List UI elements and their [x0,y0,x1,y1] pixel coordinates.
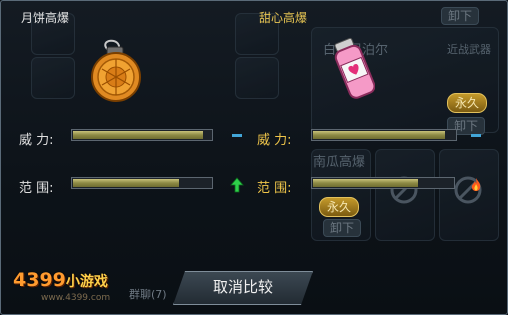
power-bar [71,129,213,141]
left-item-title: 月饼高爆 [21,11,70,25]
mooncake-grenade-icon [91,39,141,102]
unequip-button[interactable]: 卸下 [323,219,362,237]
cancel-compare-button[interactable]: 取消比较 [173,271,313,305]
right-item-title: 甜心高爆 [259,11,308,25]
range-label: 范 围: [19,181,54,196]
inventory-slot [31,57,75,99]
item-name: 南瓜高爆 [313,155,366,170]
logo-url: www.4399.com [41,293,111,303]
equal-dash-icon [471,134,481,137]
unequip-button[interactable]: 卸下 [441,7,480,25]
permanent-badge: 永久 [319,197,360,217]
power-label: 威 力: [19,133,54,148]
logo-text: 小游戏 [65,274,108,290]
logo-number: 4399 [13,269,66,291]
power-label: 威 力: [257,133,292,148]
range-bar [311,177,455,189]
permanent-badge: 永久 [447,93,488,113]
range-label: 范 围: [257,181,292,196]
compare-window: 卸下 白金尼泊尔 近战武器 永久 卸下 南瓜高爆 永久 卸下 月饼高爆 威 力:… [0,0,508,315]
equal-dash-icon [232,134,242,137]
fire-icon [471,178,481,191]
range-bar [71,177,213,189]
group-chat-label[interactable]: 群聊(7) [129,286,167,302]
heart-grenade-icon [334,37,375,99]
up-arrow-icon [230,177,244,193]
weapon-type: 近战武器 [447,43,491,56]
power-bar [311,129,457,141]
brand-logo: 4399小游戏 [13,269,108,291]
inventory-slot [235,57,279,99]
